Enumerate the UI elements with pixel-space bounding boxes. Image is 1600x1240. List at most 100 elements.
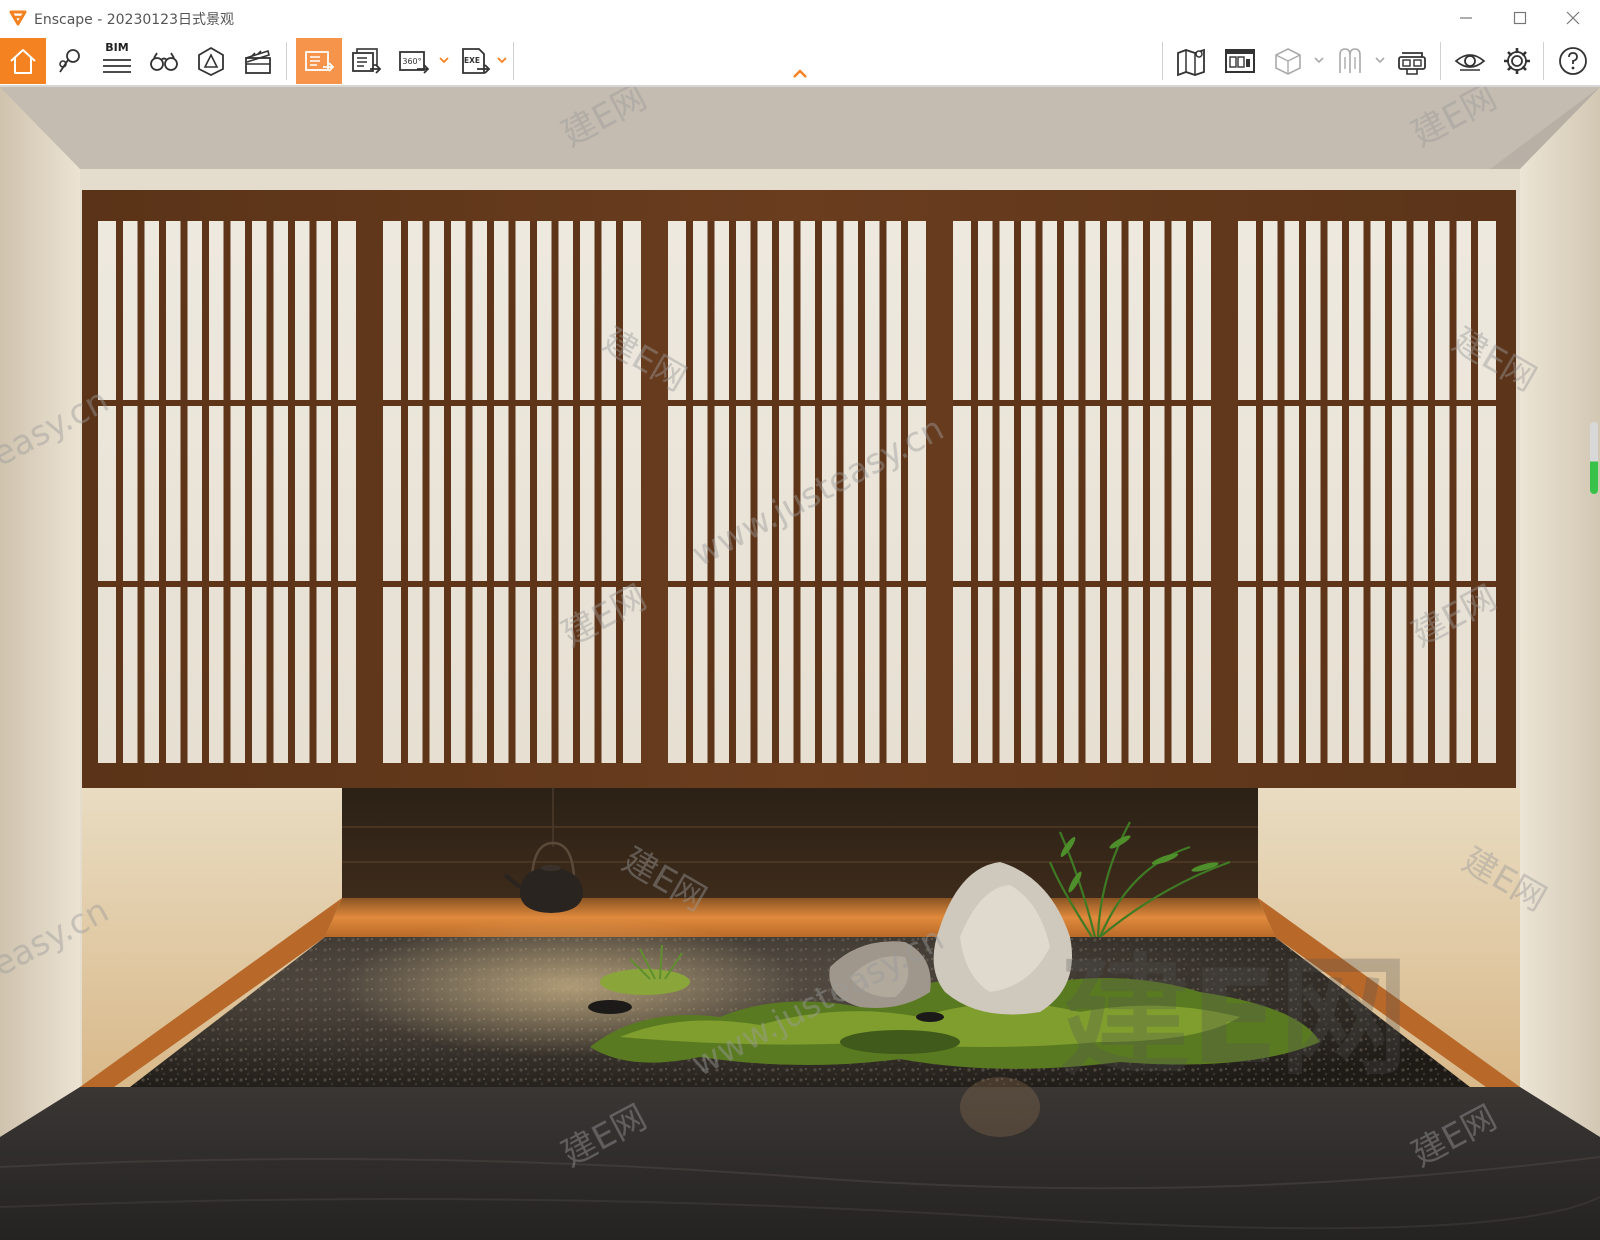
- toolbar-separator: [1440, 42, 1441, 80]
- shoji-slat: [1164, 221, 1172, 763]
- minimize-button[interactable]: [1439, 0, 1493, 36]
- shoji-slat: [1428, 221, 1435, 763]
- toolbar-separator: [1162, 42, 1163, 80]
- map-view-icon: [1177, 48, 1205, 77]
- maximize-button[interactable]: [1493, 0, 1547, 36]
- shoji-slat: [180, 221, 188, 763]
- shoji-slat: [573, 221, 580, 763]
- shoji-slat: [530, 221, 537, 763]
- shoji-slat: [116, 221, 123, 763]
- shoji-crossbar: [668, 400, 926, 406]
- shoji-slat: [1078, 221, 1086, 763]
- shoji-slat: [1385, 221, 1392, 763]
- shoji-slat: [1186, 221, 1193, 763]
- shoji-slat: [422, 221, 430, 763]
- shoji-slat: [616, 221, 623, 763]
- vr-headset-button[interactable]: [1327, 38, 1373, 84]
- shoji-crossbar: [383, 400, 641, 406]
- shoji-slat: [686, 221, 693, 763]
- chevron-down-icon[interactable]: [496, 55, 508, 65]
- batch-render-button[interactable]: [343, 38, 389, 84]
- render-image-icon: [305, 51, 335, 72]
- vr-goggles-icon: [1398, 52, 1426, 75]
- view-management-button[interactable]: [47, 38, 93, 84]
- home-button[interactable]: [0, 38, 46, 84]
- visual-settings-button[interactable]: [1447, 38, 1493, 84]
- export-standalone-button[interactable]: EXE: [452, 38, 498, 84]
- shoji-slat: [750, 221, 758, 763]
- shoji-slat: [551, 221, 559, 763]
- maximize-icon: [1513, 11, 1527, 25]
- shoji-slat: [992, 221, 1000, 763]
- shoji-slat: [401, 221, 408, 763]
- clapperboard-icon: [245, 49, 271, 74]
- render-viewport[interactable]: 建E网 建E网 建E网 建E网 建E网 建E网 www.justeasy.cn …: [0, 87, 1600, 1240]
- chevron-down-icon[interactable]: [1313, 55, 1325, 65]
- chevron-down-icon[interactable]: [1374, 55, 1386, 65]
- binoculars-icon: [150, 52, 178, 71]
- shoji-slat: [508, 221, 516, 763]
- shoji-slat: [901, 221, 908, 763]
- batch-render-icon: [352, 48, 382, 74]
- settings-gear-icon: [1504, 48, 1530, 74]
- vr-mode-button[interactable]: [1389, 38, 1435, 84]
- views-panel-button[interactable]: [1217, 38, 1263, 84]
- shoji-slat: [1320, 221, 1328, 763]
- eye-icon: [1454, 54, 1486, 71]
- shoji-slat: [309, 221, 317, 763]
- help-button[interactable]: [1550, 38, 1596, 84]
- shoji-slat: [1121, 221, 1129, 763]
- toolbar-separator: [286, 42, 287, 80]
- shoji-crossbar: [668, 581, 926, 587]
- shoji-slat: [729, 221, 736, 763]
- shoji-slat: [245, 221, 252, 763]
- shoji-slat: [971, 221, 978, 763]
- shoji-slat: [1035, 221, 1043, 763]
- asset-library-button[interactable]: [188, 38, 234, 84]
- side-panel-handle[interactable]: [1590, 422, 1598, 494]
- shoji-slat: [1406, 221, 1414, 763]
- shoji-slat: [1014, 221, 1021, 763]
- video-editor-button[interactable]: [235, 38, 281, 84]
- panorama-360-icon: 360°: [399, 51, 429, 74]
- toolbar-separator: [513, 42, 514, 80]
- shoji-slat: [266, 221, 274, 763]
- shoji-crossbar: [98, 581, 356, 587]
- shoji-slat: [331, 221, 338, 763]
- shoji-slat: [594, 221, 602, 763]
- shoji-slat: [1143, 221, 1150, 763]
- shoji-slat: [444, 221, 451, 763]
- objects-button[interactable]: [1265, 38, 1311, 84]
- shoji-slat: [1342, 221, 1349, 763]
- shoji-slat: [137, 221, 145, 763]
- shoji-slat: [487, 221, 494, 763]
- shoji-slat: [1449, 221, 1457, 763]
- shoji-crossbar: [1238, 400, 1496, 406]
- chevron-down-icon[interactable]: [438, 55, 450, 65]
- watermark-logo: 建E网: [1060, 941, 1409, 1093]
- shoji-slat: [159, 221, 166, 763]
- shoji-slat: [202, 221, 209, 763]
- screenshot-render-button[interactable]: [296, 38, 342, 84]
- shoji-slat: [1299, 221, 1306, 763]
- shoji-crossbar: [1238, 581, 1496, 587]
- shoji-slat: [1256, 221, 1263, 763]
- shoji-slat: [1363, 221, 1371, 763]
- shoji-slat: [288, 221, 295, 763]
- settings-button[interactable]: [1494, 38, 1540, 84]
- bim-mode-button[interactable]: BIM: [94, 38, 140, 84]
- asset-library-icon: [198, 46, 224, 77]
- views-panel-icon: [1225, 49, 1255, 73]
- minimize-icon: [1460, 17, 1472, 19]
- chevron-up-icon[interactable]: [790, 66, 810, 80]
- map-pin-icon: [59, 49, 80, 73]
- panorama-360-button[interactable]: 360°: [390, 38, 436, 84]
- cube-icon: [1275, 48, 1301, 75]
- map-view-button[interactable]: [1168, 38, 1214, 84]
- bim-icon: [103, 59, 131, 73]
- shoji-slat: [707, 221, 715, 763]
- shoji-slat: [879, 221, 887, 763]
- shoji-slat: [465, 221, 473, 763]
- walk-mode-button[interactable]: [141, 38, 187, 84]
- close-button[interactable]: [1546, 0, 1600, 36]
